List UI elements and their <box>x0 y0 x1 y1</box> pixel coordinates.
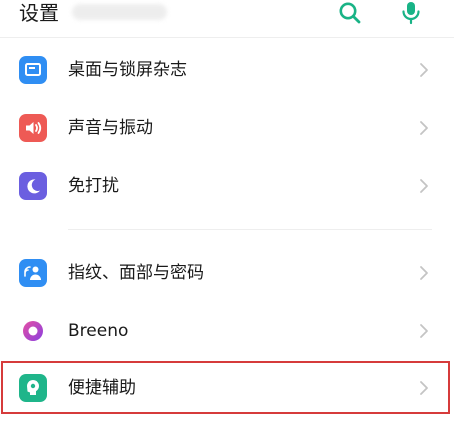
settings-item-label: Breeno <box>68 321 129 341</box>
fingerprint-icon <box>19 259 47 287</box>
settings-item-label: 便捷辅助 <box>68 378 136 398</box>
chevron-right-icon <box>418 62 430 78</box>
breeno-icon <box>19 317 47 345</box>
mic-icon[interactable] <box>398 0 424 26</box>
chevron-right-icon <box>418 120 430 136</box>
header-divider <box>0 37 454 38</box>
chevron-right-icon <box>418 380 430 396</box>
settings-item-label: 声音与振动 <box>68 118 153 138</box>
settings-item-do-not-disturb[interactable]: 免打扰 <box>0 157 454 215</box>
header: 设置 <box>0 0 454 34</box>
settings-item-label: 指纹、面部与密码 <box>68 263 204 283</box>
section-divider <box>68 229 432 230</box>
page-title: 设置 <box>19 1 59 25</box>
settings-item-sound[interactable]: 声音与振动 <box>0 99 454 157</box>
search-icon[interactable] <box>337 0 363 26</box>
settings-item-label: 桌面与锁屏杂志 <box>68 60 187 80</box>
settings-item-breeno[interactable]: Breeno <box>0 302 454 360</box>
chevron-right-icon <box>418 178 430 194</box>
settings-item-convenience-assist[interactable]: 便捷辅助 <box>0 359 454 417</box>
settings-item-fingerprint[interactable]: 指纹、面部与密码 <box>0 244 454 302</box>
moon-icon <box>19 172 47 200</box>
wallpaper-icon <box>19 56 47 84</box>
blurred-subtitle <box>72 4 167 20</box>
chevron-right-icon <box>418 323 430 339</box>
assist-icon <box>19 374 47 402</box>
chevron-right-icon <box>418 265 430 281</box>
speaker-icon <box>19 114 47 142</box>
settings-item-wallpaper[interactable]: 桌面与锁屏杂志 <box>0 41 454 99</box>
settings-item-label: 免打扰 <box>68 176 119 196</box>
